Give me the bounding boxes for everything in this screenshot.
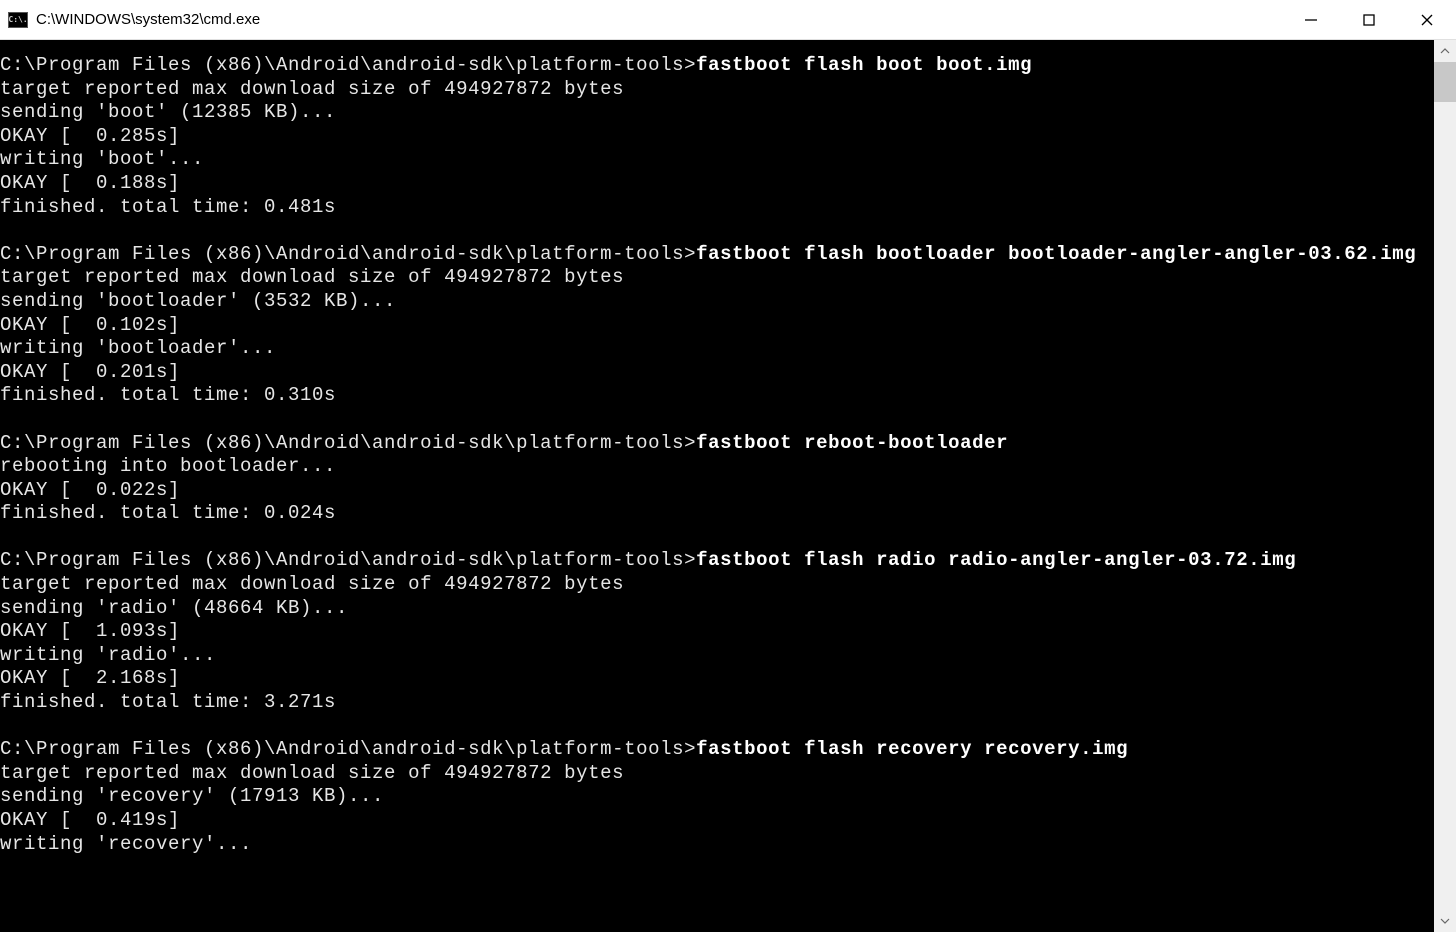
terminal-output[interactable]: C:\Program Files (x86)\Android\android-s… (0, 40, 1434, 932)
scroll-down-arrow[interactable] (1434, 910, 1456, 932)
prompt: C:\Program Files (x86)\Android\android-s… (0, 243, 696, 265)
command-block: C:\Program Files (x86)\Android\android-s… (0, 432, 1434, 526)
maximize-button[interactable] (1340, 0, 1398, 39)
scroll-thumb[interactable] (1434, 62, 1456, 102)
command-text: fastboot flash bootloader bootloader-ang… (696, 243, 1416, 265)
command-line: C:\Program Files (x86)\Android\android-s… (0, 738, 1434, 762)
command-text: fastboot flash boot boot.img (696, 54, 1032, 76)
command-text: fastboot reboot-bootloader (696, 432, 1008, 454)
output-text: target reported max download size of 494… (0, 573, 1434, 715)
chevron-down-icon (1440, 918, 1450, 924)
command-block: C:\Program Files (x86)\Android\android-s… (0, 243, 1434, 408)
command-text: fastboot flash radio radio-angler-angler… (696, 549, 1296, 571)
command-line: C:\Program Files (x86)\Android\android-s… (0, 54, 1434, 78)
window-title: C:\WINDOWS\system32\cmd.exe (36, 11, 260, 28)
command-block: C:\Program Files (x86)\Android\android-s… (0, 738, 1434, 856)
output-text: target reported max download size of 494… (0, 762, 1434, 856)
cmd-icon: C:\. (8, 12, 28, 28)
output-text: rebooting into bootloader... OKAY [ 0.02… (0, 455, 1434, 526)
terminal-container: C:\Program Files (x86)\Android\android-s… (0, 40, 1456, 932)
window-titlebar[interactable]: C:\. C:\WINDOWS\system32\cmd.exe (0, 0, 1456, 40)
close-button[interactable] (1398, 0, 1456, 39)
command-text: fastboot flash recovery recovery.img (696, 738, 1128, 760)
window-controls (1282, 0, 1456, 39)
command-block: C:\Program Files (x86)\Android\android-s… (0, 549, 1434, 714)
output-text: target reported max download size of 494… (0, 78, 1434, 220)
command-line: C:\Program Files (x86)\Android\android-s… (0, 432, 1434, 456)
prompt: C:\Program Files (x86)\Android\android-s… (0, 54, 696, 76)
chevron-up-icon (1440, 48, 1450, 54)
minimize-icon (1304, 13, 1318, 27)
maximize-icon (1362, 13, 1376, 27)
output-text: target reported max download size of 494… (0, 266, 1434, 408)
close-icon (1420, 13, 1434, 27)
command-block: C:\Program Files (x86)\Android\android-s… (0, 54, 1434, 219)
prompt: C:\Program Files (x86)\Android\android-s… (0, 738, 696, 760)
command-line: C:\Program Files (x86)\Android\android-s… (0, 243, 1434, 267)
prompt: C:\Program Files (x86)\Android\android-s… (0, 432, 696, 454)
minimize-button[interactable] (1282, 0, 1340, 39)
vertical-scrollbar[interactable] (1434, 40, 1456, 932)
scroll-up-arrow[interactable] (1434, 40, 1456, 62)
prompt: C:\Program Files (x86)\Android\android-s… (0, 549, 696, 571)
command-line: C:\Program Files (x86)\Android\android-s… (0, 549, 1434, 573)
